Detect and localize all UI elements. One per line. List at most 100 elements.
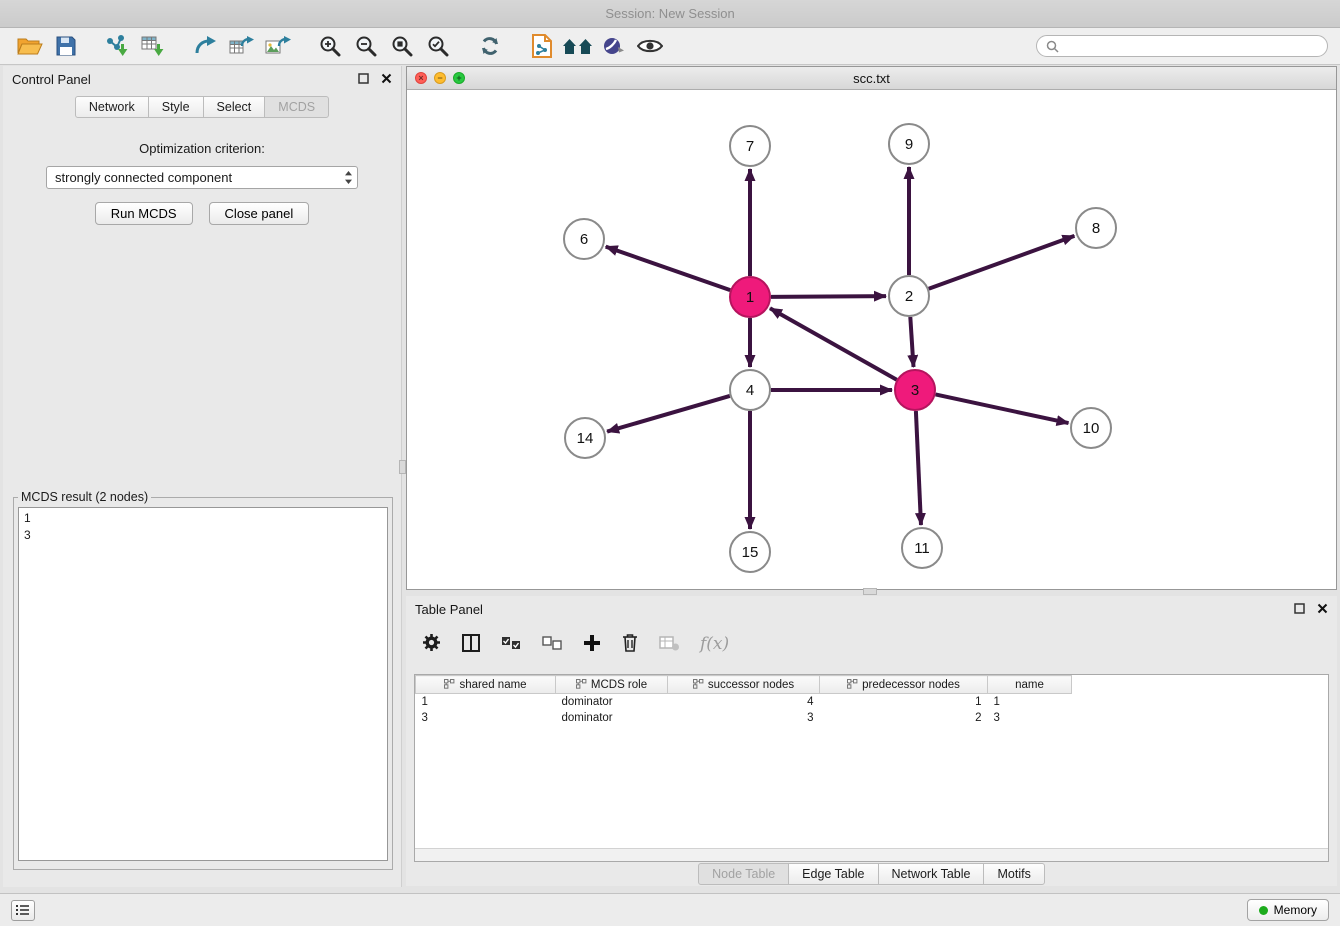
float-table-panel-button[interactable]	[1294, 602, 1305, 617]
deselect-all-button[interactable]	[542, 636, 562, 653]
network-window-titlebar[interactable]: × − + scc.txt	[407, 67, 1336, 90]
node-table-container[interactable]: shared name MCDS role successor nodes pr…	[414, 674, 1329, 862]
trash-icon	[622, 633, 638, 652]
network-from-selection-button[interactable]	[524, 31, 560, 61]
tab-style[interactable]: Style	[148, 96, 204, 118]
graph-node-label: 7	[746, 138, 754, 155]
table-cell[interactable]: dominator	[556, 710, 668, 726]
close-icon	[1317, 603, 1328, 614]
graph-edge[interactable]	[607, 396, 730, 432]
home-button[interactable]	[560, 31, 596, 61]
show-columns-button[interactable]	[462, 634, 480, 655]
tab-network[interactable]: Network	[75, 96, 149, 118]
columns-icon	[462, 634, 480, 652]
zoom-fit-button[interactable]	[384, 31, 420, 61]
apply-layout-button[interactable]	[472, 31, 508, 61]
graph-edge[interactable]	[606, 247, 731, 291]
deselect-all-icon	[542, 636, 562, 650]
table-cell[interactable]: 3	[988, 710, 1072, 726]
search-box[interactable]	[1036, 35, 1328, 57]
column-header-name[interactable]: name	[988, 676, 1072, 694]
tab-network-table[interactable]: Network Table	[878, 863, 985, 885]
table-cell[interactable]: 1	[416, 694, 556, 710]
zoom-traffic-light[interactable]: +	[453, 72, 465, 84]
sort-icon	[693, 679, 704, 689]
table-cell[interactable]: 2	[820, 710, 988, 726]
folder-open-icon	[17, 36, 43, 56]
graph-edge[interactable]	[771, 296, 886, 297]
graph-edge[interactable]	[910, 317, 913, 367]
zoom-fit-icon	[391, 35, 413, 57]
plus-icon	[583, 634, 601, 652]
zoom-out-button[interactable]	[348, 31, 384, 61]
mcds-result-item[interactable]: 1	[24, 510, 382, 527]
zoom-in-button[interactable]	[312, 31, 348, 61]
select-all-button[interactable]	[501, 636, 521, 653]
horizontal-splitter-handle[interactable]	[863, 588, 877, 595]
tab-mcds[interactable]: MCDS	[264, 96, 329, 118]
graph-edge[interactable]	[929, 236, 1075, 289]
save-session-button[interactable]	[48, 31, 84, 61]
close-panel-button[interactable]	[381, 72, 392, 87]
column-header-predecessor-nodes[interactable]: predecessor nodes	[820, 676, 988, 694]
show-hide-button[interactable]	[632, 31, 668, 61]
memory-status-dot	[1259, 906, 1268, 915]
column-header-shared-name[interactable]: shared name	[416, 676, 556, 694]
network-canvas[interactable]: 1234678910111415	[407, 90, 1336, 589]
home-icon	[563, 37, 593, 55]
import-network-button[interactable]	[100, 31, 136, 61]
float-panel-button[interactable]	[358, 72, 369, 87]
table-cell[interactable]: dominator	[556, 694, 668, 710]
zoom-selected-icon	[427, 35, 449, 57]
vertical-splitter-handle[interactable]	[399, 460, 406, 474]
style-button[interactable]	[596, 31, 632, 61]
criterion-select[interactable]: strongly connected component	[46, 166, 358, 189]
table-cell[interactable]: 1	[820, 694, 988, 710]
graph-edge[interactable]	[770, 308, 897, 379]
tab-node-table[interactable]: Node Table	[698, 863, 789, 885]
tab-edge-table[interactable]: Edge Table	[788, 863, 878, 885]
network-svg[interactable]: 1234678910111415	[407, 90, 1336, 589]
run-mcds-button[interactable]: Run MCDS	[95, 202, 193, 225]
add-column-button[interactable]	[583, 634, 601, 655]
table-cell[interactable]: 3	[668, 710, 820, 726]
window-titlebar[interactable]: Session: New Session	[0, 0, 1340, 28]
mcds-result-item[interactable]: 3	[24, 527, 382, 544]
mcds-result-list[interactable]: 13	[18, 507, 388, 861]
column-header-successor-nodes[interactable]: successor nodes	[668, 676, 820, 694]
close-traffic-light[interactable]: ×	[415, 72, 427, 84]
close-panel-action-button[interactable]: Close panel	[209, 202, 310, 225]
column-header-mcds-role[interactable]: MCDS role	[556, 676, 668, 694]
zoom-selected-button[interactable]	[420, 31, 456, 61]
export-network-icon	[194, 36, 218, 56]
export-network-button[interactable]	[188, 31, 224, 61]
close-table-panel-button[interactable]	[1317, 602, 1328, 617]
delete-column-button[interactable]	[622, 633, 638, 655]
table-cell-filler	[1072, 694, 1329, 710]
sort-icon	[576, 679, 587, 689]
table-row[interactable]: 1dominator411	[416, 694, 1329, 710]
import-table-button[interactable]	[136, 31, 172, 61]
table-settings-button[interactable]	[422, 633, 441, 655]
float-window-icon	[358, 73, 369, 84]
export-table-button[interactable]	[224, 31, 260, 61]
table-cell[interactable]: 1	[988, 694, 1072, 710]
graph-edge[interactable]	[936, 394, 1069, 423]
open-session-button[interactable]	[12, 31, 48, 61]
table-cell[interactable]: 4	[668, 694, 820, 710]
tab-motifs[interactable]: Motifs	[983, 863, 1044, 885]
memory-button[interactable]: Memory	[1247, 899, 1329, 921]
export-image-button[interactable]	[260, 31, 296, 61]
minimize-traffic-light[interactable]: −	[434, 72, 446, 84]
graph-edge[interactable]	[916, 411, 921, 525]
table-horizontal-scrollbar[interactable]	[415, 848, 1328, 861]
table-row[interactable]: 3dominator323	[416, 710, 1329, 726]
task-history-button[interactable]	[11, 900, 35, 921]
column-header-filler	[1072, 676, 1329, 694]
table-header-row: shared name MCDS role successor nodes pr…	[416, 676, 1329, 694]
select-all-icon	[501, 636, 521, 650]
table-cell[interactable]: 3	[416, 710, 556, 726]
tab-select[interactable]: Select	[203, 96, 266, 118]
search-input[interactable]	[1065, 38, 1318, 54]
graph-node-label: 10	[1083, 420, 1100, 437]
